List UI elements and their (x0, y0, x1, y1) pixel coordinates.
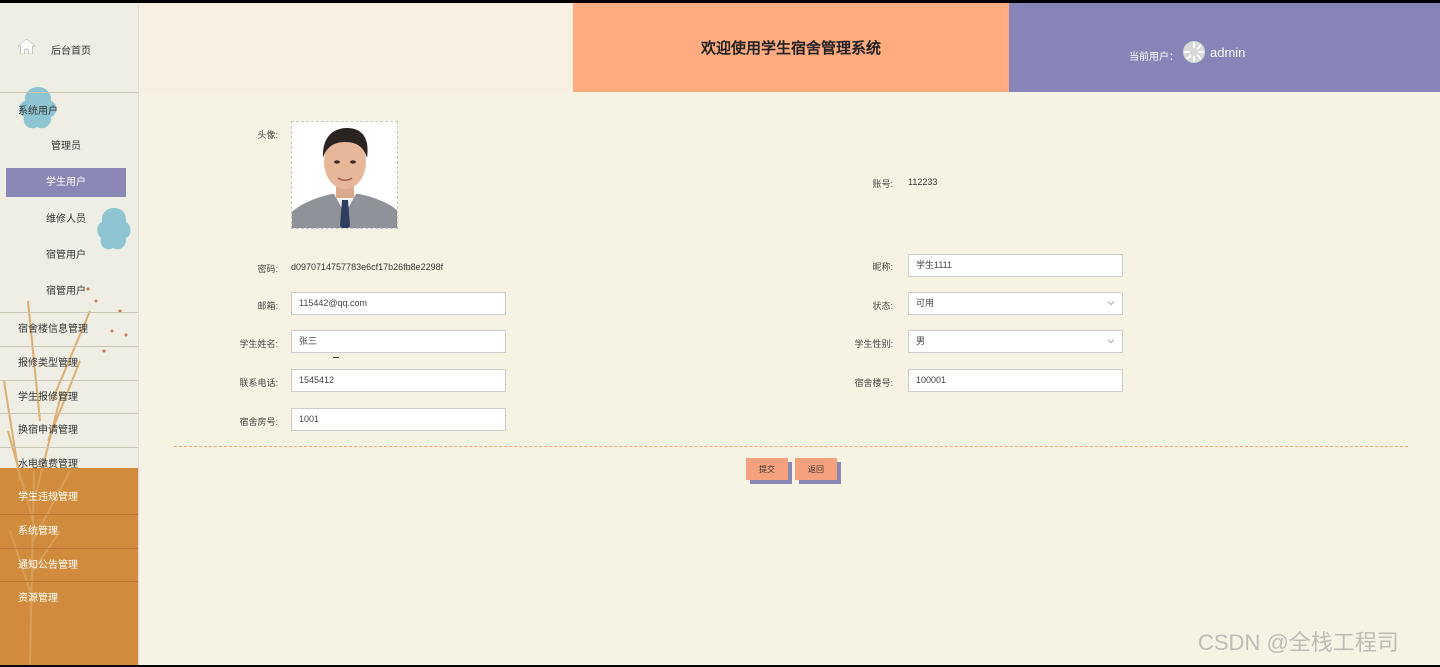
password-value: d0970714757783e6cf17b26fb8e2298f (291, 262, 444, 272)
chevron-down-icon (1107, 301, 1115, 306)
room-field[interactable]: 1001 (291, 408, 506, 431)
sidebar-item-label: 宿管用户 (46, 250, 86, 261)
status-label: 状态: (872, 301, 893, 311)
email-label: 邮箱: (257, 301, 278, 311)
sidebar-item-admin[interactable]: 管理员 (6, 132, 126, 161)
sidebar-item-room-change[interactable]: 换宿申请管理 (0, 414, 138, 447)
sidebar-item-notice[interactable]: 通知公告管理 (0, 549, 138, 582)
sidebar-item-label: 通知公告管理 (18, 560, 78, 571)
account-label: 账号: (872, 179, 893, 189)
gender-select-value: 男 (916, 336, 926, 346)
sidebar-item-label: 系统管理 (18, 526, 58, 537)
password-label: 密码: (257, 264, 278, 274)
sidebar-item-repair-staff[interactable]: 维修人员 (6, 205, 126, 234)
home-icon (18, 39, 35, 54)
sidebar-item-label: 宿舍楼信息管理 (18, 324, 88, 335)
watermark: CSDN @全栈工程司 (1198, 630, 1399, 655)
status-select[interactable]: 可用 (908, 292, 1123, 315)
sidebar: 后台首页 系统用户 管理员 学生用户 维修人员 宿管用户 宿管用户 宿舍楼信息管… (0, 3, 139, 665)
current-user-name[interactable]: admin (1210, 45, 1245, 60)
sidebar-item-repair-type[interactable]: 报修类型管理 (0, 347, 138, 380)
sidebar-item-dorm-manager-users[interactable]: 宿管用户 (6, 241, 126, 270)
sidebar-item-system-management[interactable]: 系统管理 (0, 515, 138, 548)
phone-label: 联系电话: (239, 378, 278, 388)
avatar[interactable] (1182, 40, 1206, 64)
avatar-label: 头像: (257, 130, 278, 140)
sidebar-home-link[interactable]: 后台首页 (18, 37, 138, 59)
sidebar-item-student-repair[interactable]: 学生报修管理 (0, 381, 138, 414)
chevron-down-icon (1107, 339, 1115, 344)
gender-label: 学生性别: (854, 339, 893, 349)
current-user-label: 当前用户： (1129, 52, 1179, 63)
page-title: 欢迎使用学生宿舍管理系统 (700, 40, 881, 57)
sidebar-section-label: 系统用户 (18, 106, 58, 117)
nickname-label: 昵称: (872, 262, 893, 272)
home-label: 后台首页 (51, 46, 91, 57)
phone-field[interactable]: 1545412 (291, 369, 506, 392)
account-value: 112233 (908, 177, 938, 187)
nickname-field[interactable]: 学生1111 (908, 254, 1123, 277)
sidebar-item-utility-payment[interactable]: 水电缴费管理 (0, 448, 138, 481)
divider (0, 92, 138, 93)
student-name-field[interactable]: 张三 (291, 330, 506, 353)
sidebar-item-label: 换宿申请管理 (18, 425, 78, 436)
sidebar-item-label: 学生用户 (46, 177, 86, 188)
sidebar-item-dorm-manager-users-2[interactable]: 宿管用户 (6, 277, 126, 306)
sidebar-item-label: 学生报修管理 (18, 392, 78, 403)
sidebar-item-label: 学生违规管理 (18, 492, 78, 503)
sidebar-item-label: 资源管理 (18, 593, 58, 604)
sidebar-item-student-users[interactable]: 学生用户 (6, 168, 126, 197)
sidebar-section-system-users[interactable]: 系统用户 (0, 95, 138, 128)
form-divider (174, 446, 1408, 447)
avatar-upload[interactable] (291, 121, 398, 229)
sidebar-item-building-info[interactable]: 宿舍楼信息管理 (0, 313, 138, 346)
submit-button[interactable]: 提交 (746, 458, 788, 480)
user-photo (292, 122, 397, 228)
sidebar-item-label: 报修类型管理 (18, 358, 78, 369)
gender-select[interactable]: 男 (908, 330, 1123, 353)
header-title-panel: 欢迎使用学生宿舍管理系统 (573, 3, 1009, 92)
sidebar-item-label: 水电缴费管理 (18, 459, 78, 470)
room-label: 宿舍房号: (239, 417, 278, 427)
back-button[interactable]: 返回 (795, 458, 837, 480)
app-window: 后台首页 系统用户 管理员 学生用户 维修人员 宿管用户 宿管用户 宿舍楼信息管… (0, 3, 1440, 665)
sidebar-item-label: 管理员 (51, 141, 81, 152)
sidebar-item-resources[interactable]: 资源管理 (0, 582, 138, 615)
sidebar-item-label: 维修人员 (46, 214, 86, 225)
sidebar-item-student-violation[interactable]: 学生违规管理 (0, 481, 138, 514)
text-cursor (333, 357, 339, 358)
building-field[interactable]: 100001 (908, 369, 1123, 392)
sidebar-item-label: 宿管用户 (46, 286, 86, 297)
status-select-value: 可用 (916, 298, 935, 308)
email-field[interactable]: 115442@qq.com (291, 292, 506, 315)
header-left-panel (139, 3, 573, 92)
building-label: 宿舍楼号: (854, 378, 893, 388)
header-user-panel: 当前用户： admin (1009, 3, 1440, 92)
student-name-label: 学生姓名: (239, 339, 278, 349)
